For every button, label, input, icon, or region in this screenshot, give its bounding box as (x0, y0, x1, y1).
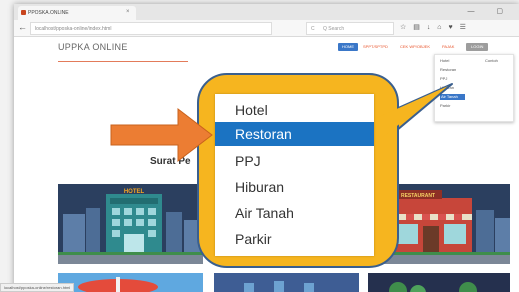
orange-arrow-icon (110, 107, 213, 163)
